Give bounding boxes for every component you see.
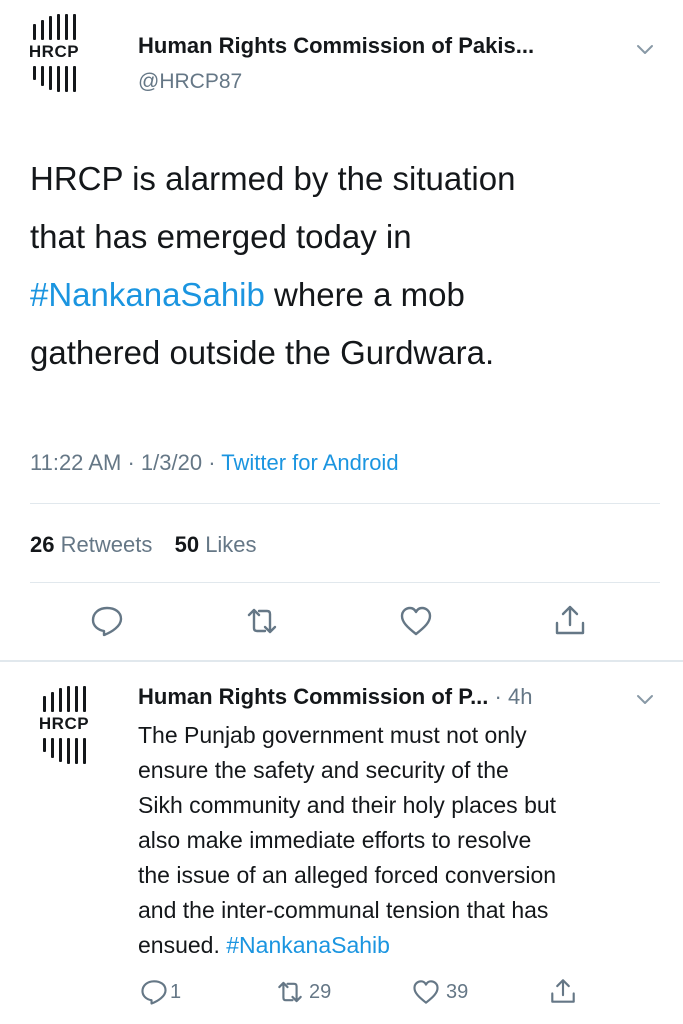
display-name[interactable]: Human Rights Commission of P...	[138, 684, 488, 709]
logo-top-bars	[22, 14, 86, 40]
logo-bottom-bars	[32, 738, 96, 764]
reply-text-line: Sikh community and their holy places but	[138, 792, 557, 818]
likes-stat[interactable]: 50 Likes	[175, 532, 257, 557]
share-icon[interactable]	[549, 976, 577, 1006]
tweet-date: 1/3/20	[140, 450, 203, 475]
reply-text: The Punjab government must not only ensu…	[138, 718, 668, 963]
hashtag-link[interactable]: #NankanaSahib	[30, 276, 265, 313]
tweet-stats: 26 Retweets 50 Likes	[30, 532, 257, 558]
tweet-text-line: #NankanaSahib where a mob	[30, 276, 465, 313]
tweet-source-link[interactable]: Twitter for Android	[221, 450, 398, 475]
avatar[interactable]: HRCP	[22, 14, 86, 94]
logo-top-bars	[32, 686, 96, 712]
tweet-text: HRCP is alarmed by the situation that ha…	[30, 150, 670, 382]
retweet-count: 29	[309, 981, 332, 1003]
retweets-stat[interactable]: 26 Retweets	[30, 532, 152, 557]
avatar-label: HRCP	[38, 714, 90, 733]
tweet-meta: 11:22 AM · 1/3/20 · Twitter for Android	[30, 450, 399, 475]
hashtag-link[interactable]: #NankanaSahib	[226, 932, 390, 958]
retweet-icon[interactable]	[245, 604, 279, 638]
like-count: 39	[446, 981, 469, 1003]
display-name[interactable]: Human Rights Commission of Pakis...	[138, 33, 630, 59]
retweet-icon[interactable]	[275, 978, 305, 1006]
reply-text-line: ensued. #NankanaSahib	[138, 932, 390, 958]
reply-header: Human Rights Commission of P... · 4h	[138, 684, 532, 710]
chevron-down-icon[interactable]	[636, 44, 654, 56]
divider	[30, 503, 660, 504]
reply-icon[interactable]	[140, 978, 168, 1006]
like-icon[interactable]	[412, 978, 440, 1006]
avatar[interactable]: HRCP	[32, 686, 96, 766]
reply-icon[interactable]	[90, 604, 124, 638]
user-handle[interactable]: @HRCP87	[138, 70, 242, 94]
tweet-text-line: gathered outside the Gurdwara.	[30, 334, 495, 371]
divider	[30, 582, 660, 583]
reply-text-line: also make immediate efforts to resolve	[138, 827, 532, 853]
reply-text-line: The Punjab government must not only	[138, 722, 527, 748]
logo-bottom-bars	[22, 66, 86, 92]
chevron-down-icon[interactable]	[636, 694, 654, 706]
share-icon[interactable]	[553, 603, 587, 637]
tweet-time: 11:22 AM	[30, 450, 122, 475]
reply-count: 1	[170, 981, 182, 1003]
tweet-text-line: that has emerged today in	[30, 218, 412, 255]
tweet-time: · 4h	[494, 684, 533, 709]
divider	[0, 660, 683, 662]
tweet-text-line: HRCP is alarmed by the situation	[30, 160, 516, 197]
reply-text-line: ensure the safety and security of the	[138, 757, 509, 783]
avatar-label: HRCP	[28, 42, 80, 61]
reply-text-line: and the inter-communal tension that has	[138, 897, 549, 923]
like-icon[interactable]	[399, 604, 433, 638]
reply-text-line: the issue of an alleged forced conversio…	[138, 862, 557, 888]
